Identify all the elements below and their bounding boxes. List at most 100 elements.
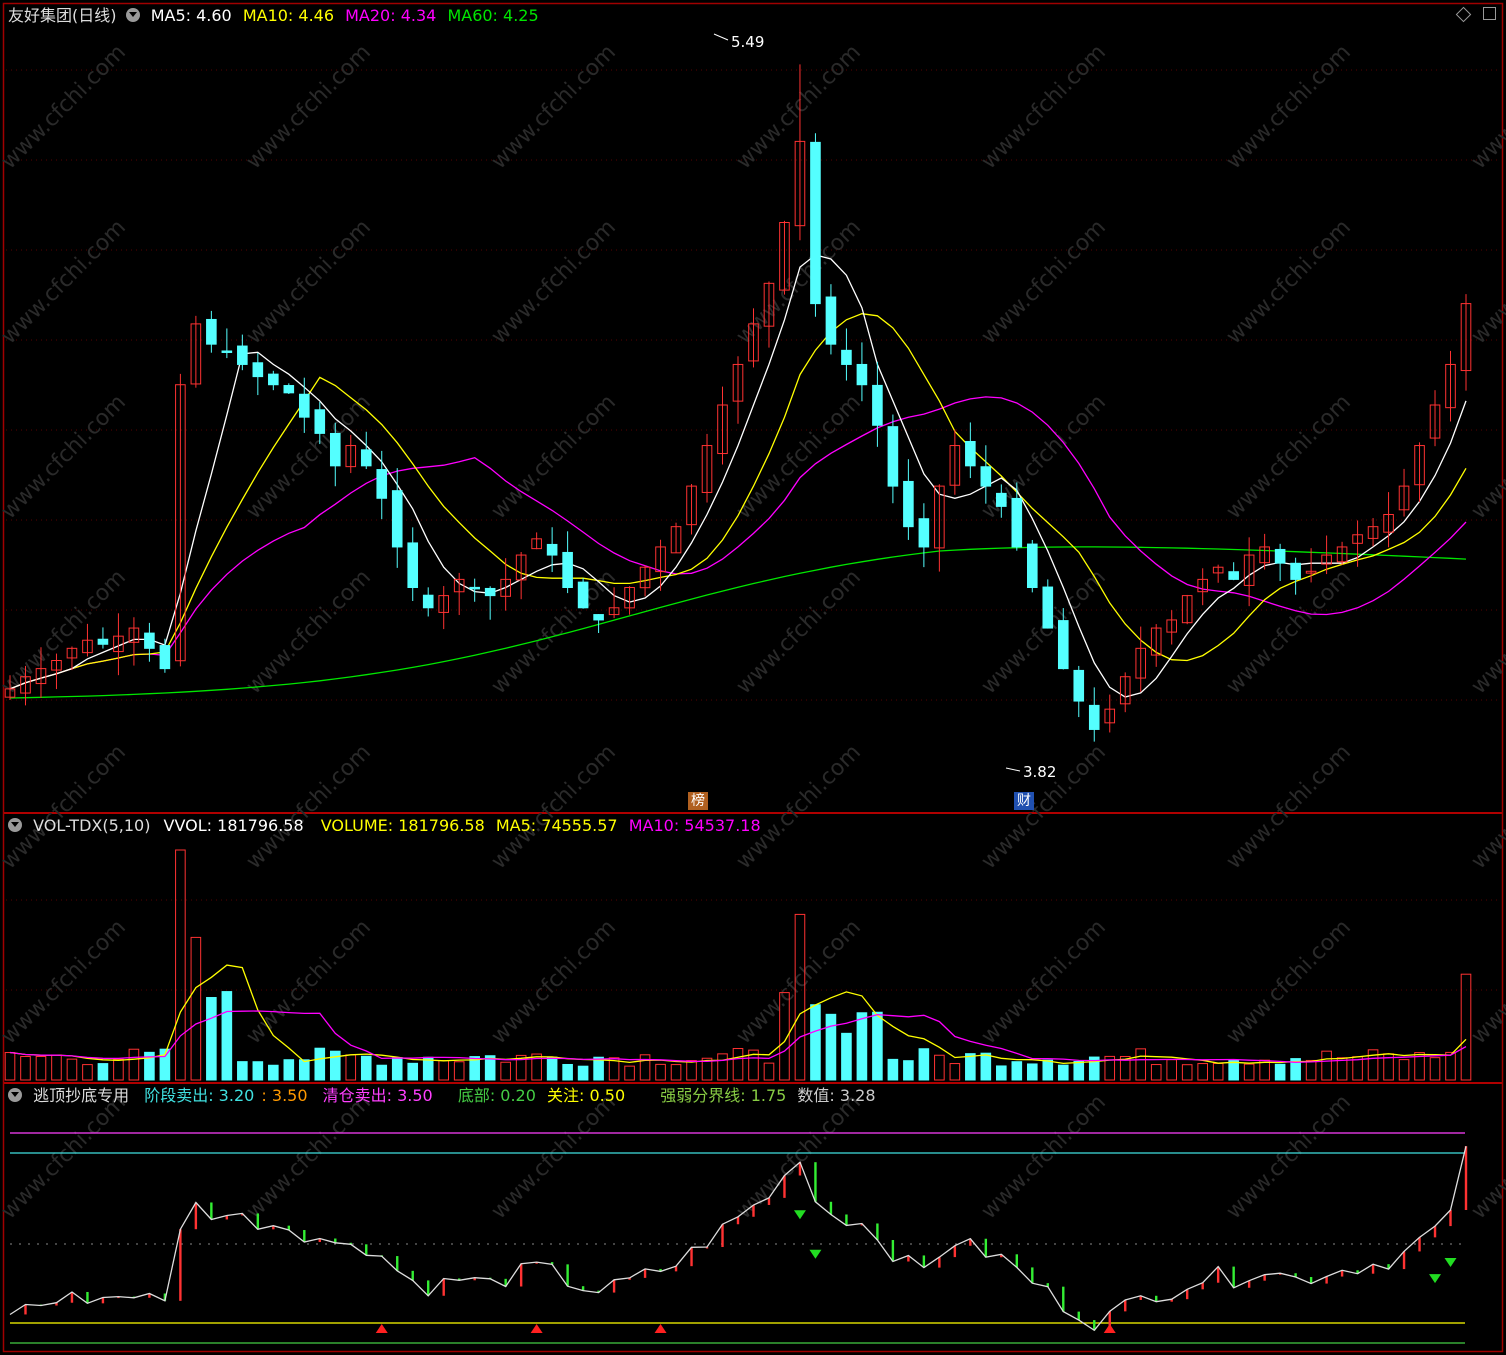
ind-bar-down <box>1232 1266 1235 1288</box>
ind-dropdown-icon[interactable] <box>8 1088 22 1102</box>
ind-bar-down <box>876 1223 879 1241</box>
watermark-text: www.cfchi.com <box>977 740 1111 874</box>
ind-bar-up <box>442 1278 445 1296</box>
watermark-text: www.cfchi.com <box>1467 565 1506 699</box>
watermark-text: www.cfchi.com <box>0 215 131 349</box>
watermark-text: www.cfchi.com <box>977 915 1111 1049</box>
watermark-text: www.cfchi.com <box>487 915 621 1049</box>
volume-bar-up <box>1243 1063 1255 1081</box>
watermark-text: www.cfchi.com <box>0 390 131 524</box>
ind-strength: 强弱分界线: 1.75 <box>660 1086 787 1105</box>
vol-dropdown-icon[interactable] <box>8 818 22 832</box>
ind-bar-down <box>411 1270 414 1281</box>
volume-bar-up <box>453 1061 465 1081</box>
candle-down <box>810 141 821 305</box>
stock-title: 友好集团(日线) <box>8 6 117 25</box>
dropdown-icon[interactable] <box>125 8 140 22</box>
volume-bar-down <box>903 1060 914 1081</box>
volume-bar-down <box>577 1065 589 1081</box>
ind-bar-up <box>938 1257 941 1268</box>
watermark-text: www.cfchi.com <box>242 1090 376 1224</box>
candle-down <box>422 594 434 609</box>
volume-bar-up <box>4 1052 16 1081</box>
ind-bar-up <box>1325 1276 1328 1284</box>
volume-bar-up <box>51 1054 62 1081</box>
volume-bar-up <box>500 1061 511 1081</box>
volume-bar-up <box>35 1055 47 1081</box>
volume-bar-down <box>546 1056 558 1081</box>
watermark-text: www.cfchi.com <box>0 565 131 699</box>
volume-bar-down <box>562 1063 573 1081</box>
arrow-up-icon <box>654 1324 667 1333</box>
ind-bar-up <box>1449 1209 1452 1227</box>
high-annotation: 5.49 <box>713 33 764 51</box>
watermark-text: www.cfchi.com <box>1222 215 1356 349</box>
volume-bar-down <box>841 1032 852 1081</box>
candle-down <box>1042 586 1054 629</box>
volume-bar-up <box>82 1064 93 1081</box>
arrow-down-icon <box>1444 1257 1457 1267</box>
badge-bang[interactable]: 榜 <box>688 792 708 810</box>
candle-down <box>221 350 233 353</box>
ind-bar-up <box>612 1279 616 1293</box>
ind-bar-down <box>1062 1286 1065 1312</box>
volume-bar-down <box>268 1064 279 1081</box>
candle-down <box>980 466 992 487</box>
volume-bar-down <box>1011 1061 1023 1081</box>
ma20-line <box>9 396 1467 690</box>
candle-down <box>97 638 109 645</box>
vol-volume: VOLUME: 181796.58 <box>320 816 485 835</box>
candle-down <box>329 432 341 467</box>
candle-down <box>484 587 496 597</box>
candle-down <box>376 469 388 499</box>
ind-polyline <box>9 1146 1467 1332</box>
volume-bar-down <box>980 1052 992 1081</box>
watermark-text: www.cfchi.com <box>487 1090 621 1224</box>
candle-down <box>252 362 264 378</box>
chart-stage: www.cfchi.com www.cfchi.com www.cfchi.com w… <box>0 2 1506 1353</box>
volume-bar-down <box>810 1004 821 1081</box>
ind-bar-up <box>721 1224 724 1248</box>
volume-bar-down <box>391 1057 403 1081</box>
ind-value: 数值: 3.28 <box>797 1086 876 1105</box>
candle-down <box>577 581 589 609</box>
watermark-text: www.cfchi.com <box>1467 915 1506 1049</box>
volume-bar-down <box>1274 1063 1286 1081</box>
ind-bar-down <box>256 1213 260 1230</box>
expand-icon[interactable] <box>1483 7 1496 20</box>
volume-bar-down <box>298 1059 310 1081</box>
ind-bar-up <box>1371 1264 1375 1274</box>
volume-bar-up <box>1150 1064 1162 1081</box>
watermark-text: www.cfchi.com <box>1222 390 1356 524</box>
watermark-text: www.cfchi.com <box>0 1090 131 1224</box>
volume-bar-down <box>887 1058 899 1081</box>
candle-down <box>1011 497 1023 548</box>
candle-down <box>903 480 914 528</box>
watermark-text: www.cfchi.com <box>732 740 866 874</box>
arrow-down-icon <box>1429 1274 1442 1284</box>
volume-bar-up <box>20 1055 31 1081</box>
volume-bar-up <box>128 1048 140 1081</box>
badge-cai[interactable]: 财 <box>1014 792 1034 810</box>
volume-bar-up <box>717 1053 728 1081</box>
volume-bar-up <box>66 1058 78 1081</box>
volume-bar-down <box>825 1013 837 1081</box>
watermark-text: www.cfchi.com <box>1467 740 1506 874</box>
ind-clear-sell: 清仓卖出: 3.50 <box>322 1086 433 1105</box>
volume-bar-down <box>283 1059 295 1081</box>
candle-down <box>159 645 171 670</box>
volume-header: VOL-TDX(5,10) VVOL: 181796.58 VOLUME: 18… <box>6 815 767 837</box>
volume-bar-down <box>1073 1060 1085 1081</box>
watermark-text: www.cfchi.com <box>977 565 1111 699</box>
volume-bar-up <box>1398 1059 1410 1081</box>
candle-down <box>1088 704 1100 730</box>
high-label: 5.49 <box>731 33 764 51</box>
volume-bar-up <box>1321 1050 1332 1081</box>
candle-down <box>268 373 279 386</box>
watermark-text: www.cfchi.com <box>0 40 131 174</box>
vol-vvol: VVOL: 181796.58 <box>163 816 304 835</box>
candle-down <box>872 384 883 426</box>
ind-bar-down <box>891 1240 895 1262</box>
volume-bar-up <box>1429 1057 1441 1081</box>
volume-bar-down <box>856 1012 868 1081</box>
